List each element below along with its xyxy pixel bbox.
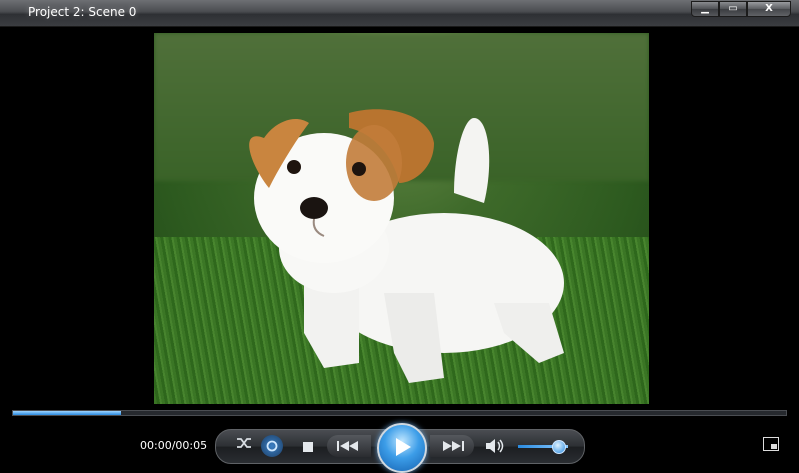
previous-button[interactable] [327, 435, 371, 457]
stop-icon [303, 442, 313, 452]
next-button[interactable] [430, 435, 474, 457]
next-icon [443, 441, 464, 451]
mute-button[interactable] [484, 436, 506, 456]
seek-progress [13, 411, 122, 415]
seek-bar[interactable] [12, 410, 787, 416]
window-title: Project 2: Scene 0 [28, 5, 137, 19]
switch-to-library-button[interactable] [763, 437, 779, 451]
repeat-button[interactable] [261, 435, 283, 457]
shuffle-icon [237, 438, 251, 448]
volume-knob[interactable] [552, 440, 566, 454]
repeat-icon [266, 440, 278, 452]
puppy-image [249, 109, 564, 383]
window-controls: ▁ ▭ X [691, 1, 791, 17]
play-icon [396, 438, 411, 456]
close-button[interactable]: X [747, 1, 791, 17]
minimize-button[interactable]: ▁ [691, 1, 719, 17]
title-bar: Project 2: Scene 0 ▁ ▭ X [0, 0, 799, 27]
stop-button[interactable] [300, 437, 316, 455]
maximize-button[interactable]: ▭ [719, 1, 747, 17]
time-display: 00:00/00:05 [140, 439, 208, 452]
shuffle-button[interactable] [233, 436, 255, 456]
video-frame[interactable] [154, 33, 649, 404]
previous-icon [337, 441, 358, 451]
play-button[interactable] [377, 423, 427, 473]
playback-controls [215, 423, 585, 473]
speaker-icon [486, 439, 504, 453]
